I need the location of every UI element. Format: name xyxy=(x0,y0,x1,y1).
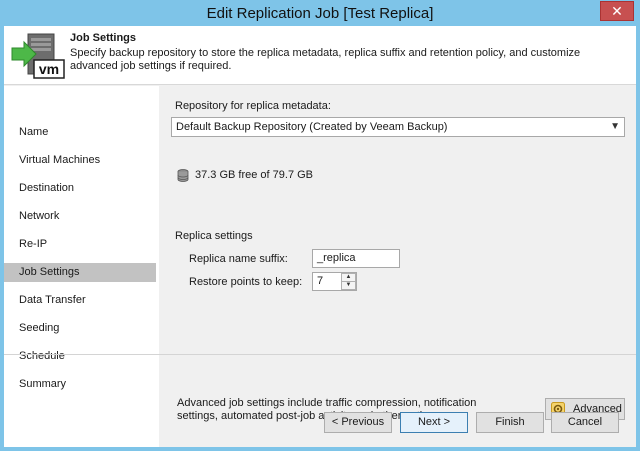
dialog-client-area: vm Job Settings Specify backup repositor… xyxy=(4,26,636,447)
footer-separator xyxy=(4,354,636,355)
replica-suffix-input[interactable]: _replica xyxy=(312,249,400,268)
job-settings-content: Repository for replica metadata: Default… xyxy=(159,86,636,447)
nav-item-summary[interactable]: Summary xyxy=(4,375,156,394)
replica-settings-group-label: Replica settings xyxy=(175,230,253,242)
wizard-header: vm Job Settings Specify backup repositor… xyxy=(4,26,636,85)
wizard-steps-nav: Name Virtual Machines Destination Networ… xyxy=(4,86,159,447)
nav-item-re-ip[interactable]: Re-IP xyxy=(4,235,156,254)
nav-item-destination[interactable]: Destination xyxy=(4,179,156,198)
page-description: Specify backup repository to store the r… xyxy=(70,47,581,72)
title-bar[interactable]: Edit Replication Job [Test Replica] ✕ xyxy=(0,0,640,26)
replica-suffix-label: Replica name suffix: xyxy=(189,253,288,265)
nav-item-data-transfer[interactable]: Data Transfer xyxy=(4,291,156,310)
repository-free-space: 37.3 GB free of 79.7 GB xyxy=(195,169,314,181)
repository-select[interactable]: Default Backup Repository (Created by Ve… xyxy=(171,117,625,137)
cancel-button[interactable]: Cancel xyxy=(551,412,619,433)
nav-item-name[interactable]: Name xyxy=(4,123,156,142)
previous-button[interactable]: < Previous xyxy=(324,412,392,433)
close-button[interactable]: ✕ xyxy=(600,1,634,21)
nav-item-virtual-machines[interactable]: Virtual Machines xyxy=(4,151,156,170)
repository-label: Repository for replica metadata: xyxy=(175,100,331,112)
vm-server-icon: vm xyxy=(11,33,65,79)
window-title: Edit Replication Job [Test Replica] xyxy=(206,5,434,22)
edit-replication-job-window: Edit Replication Job [Test Replica] ✕ vm… xyxy=(0,0,640,451)
restore-points-label: Restore points to keep: xyxy=(189,276,303,288)
settings-panel: Repository for replica metadata: Default… xyxy=(159,86,636,422)
chevron-down-icon: ▼ xyxy=(610,121,620,132)
nav-item-network[interactable]: Network xyxy=(4,207,156,226)
nav-item-schedule[interactable]: Schedule xyxy=(4,347,156,366)
database-icon xyxy=(177,169,189,182)
spin-down-arrow-icon[interactable]: ▼ xyxy=(341,281,356,290)
nav-item-seeding[interactable]: Seeding xyxy=(4,319,156,338)
finish-button[interactable]: Finish xyxy=(476,412,544,433)
next-button[interactable]: Next > xyxy=(400,412,468,433)
vm-icon-text: vm xyxy=(39,61,59,77)
page-title: Job Settings xyxy=(70,32,137,44)
nav-item-job-settings[interactable]: Job Settings xyxy=(4,263,156,282)
repository-selected-value: Default Backup Repository (Created by Ve… xyxy=(176,121,448,133)
